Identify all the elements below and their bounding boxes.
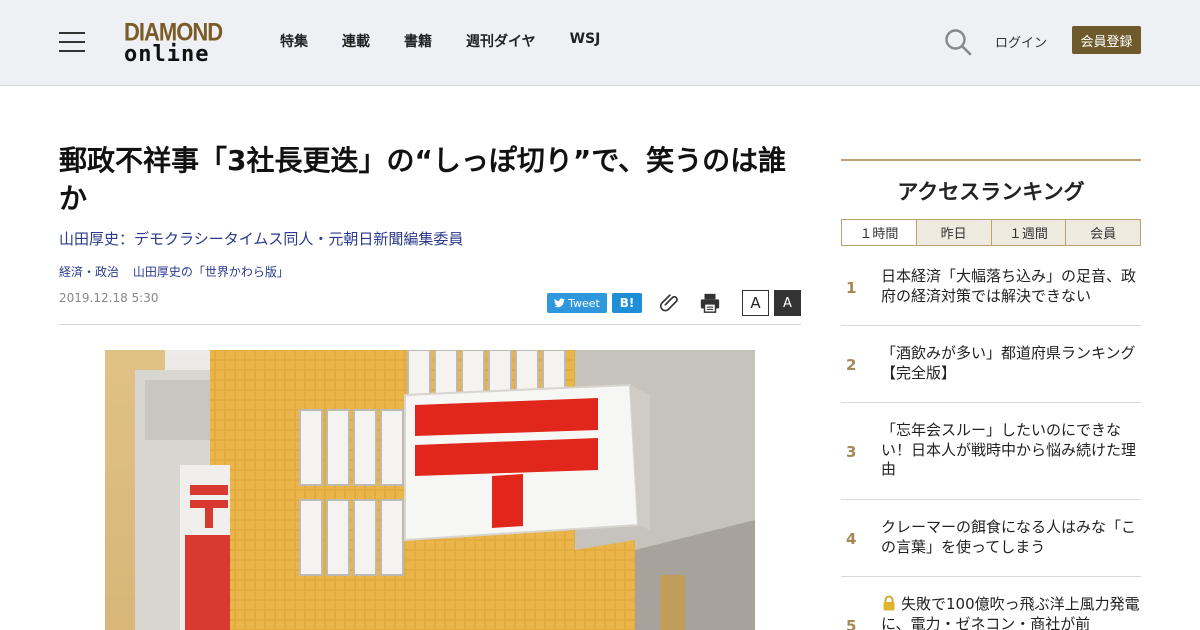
tab-members[interactable]: 会員 (1065, 220, 1140, 245)
paperclip-icon[interactable] (658, 291, 680, 313)
article-divider (59, 324, 801, 325)
ranking-item[interactable]: 1 日本経済「大幅落ち込み」の足音、政府の経済対策では解決できない (841, 247, 1141, 326)
hatena-bookmark-button[interactable]: B! (612, 293, 642, 313)
ranking-item[interactable]: 5 失敗で100億吹っ飛ぶ洋上風力発電に、電力・ゼネコン・商社が前 (841, 577, 1141, 630)
ranking-item[interactable]: 4 クレーマーの餌食になる人はみな「この言葉」を使ってしまう (841, 500, 1141, 577)
menu-icon[interactable] (59, 32, 85, 52)
ranking-top-border (841, 159, 1141, 161)
ranking-item-title: 「忘年会スルー」したいのにできない！日本人が戦時中から悩み続けた理由 (881, 421, 1137, 478)
site-header: DIAMOND online 特集 連載 書籍 週刊ダイヤ WSJ ログイン 会… (0, 0, 1200, 86)
tweet-button[interactable]: Tweet (547, 293, 607, 313)
nav-item-weekly-diamond[interactable]: 週刊ダイヤ (466, 31, 536, 51)
tweet-label: Tweet (568, 296, 600, 310)
site-logo[interactable]: DIAMOND online (124, 19, 228, 67)
ranking-item-title: 失敗で100億吹っ飛ぶ洋上風力発電に、電力・ゼネコン・商社が前 (881, 595, 1141, 630)
tab-1hour[interactable]: １時間 (842, 220, 916, 245)
nav-item-wsj[interactable]: WSJ (570, 31, 601, 51)
ranking-number: 3 (846, 443, 857, 461)
ranking-number: 5 (846, 617, 857, 630)
lock-icon (883, 595, 895, 611)
ranking-title: アクセスランキング (897, 180, 1085, 204)
logo-line2: online (124, 42, 210, 67)
nav-item-features[interactable]: 特集 (280, 31, 308, 51)
nav-item-series[interactable]: 連載 (342, 31, 370, 51)
ranking-item-text: 失敗で100億吹っ飛ぶ洋上風力発電に、電力・ゼネコン・商社が前 (881, 595, 1140, 630)
ranking-number: 2 (846, 356, 857, 374)
article-categories: 経済・政治 山田厚史の「世界かわら版」 (59, 263, 299, 280)
ranking-number: 1 (846, 279, 857, 297)
tab-yesterday[interactable]: 昨日 (915, 220, 991, 245)
print-icon[interactable] (699, 292, 721, 314)
article-photo-post-office-sign (105, 350, 755, 630)
font-size-normal-button[interactable]: A (742, 290, 769, 316)
series-link[interactable]: 山田厚史の「世界かわら版」 (133, 265, 289, 279)
ranking-item-title: 「酒飲みが多い」都道府県ランキング【完全版】 (881, 344, 1136, 382)
article-title: 郵政不祥事「3社長更迭」の“しっぽ切り”で、笑うのは誰か (59, 144, 787, 215)
ranking-item-title: 日本経済「大幅落ち込み」の足音、政府の経済対策では解決できない (881, 267, 1137, 305)
main-nav: 特集 連載 書籍 週刊ダイヤ WSJ (280, 31, 634, 51)
ranking-item-title: クレーマーの餌食になる人はみな「この言葉」を使ってしまう (881, 518, 1137, 556)
register-button[interactable]: 会員登録 (1072, 26, 1141, 54)
ranking-tabs: １時間 昨日 １週間 会員 (841, 219, 1141, 246)
tab-1week[interactable]: １週間 (990, 220, 1066, 245)
font-size-large-button[interactable]: A (774, 290, 801, 316)
ranking-item[interactable]: 2 「酒飲みが多い」都道府県ランキング【完全版】 (841, 326, 1141, 403)
ranking-item[interactable]: 3 「忘年会スルー」したいのにできない！日本人が戦時中から悩み続けた理由 (841, 403, 1141, 500)
nav-item-books[interactable]: 書籍 (404, 31, 432, 51)
search-icon[interactable] (944, 28, 972, 56)
article-date: 2019.12.18 5:30 (59, 291, 159, 305)
category-link[interactable]: 経済・政治 (59, 265, 119, 279)
login-link[interactable]: ログイン (995, 32, 1047, 51)
article-author[interactable]: 山田厚史：デモクラシータイムス同人・元朝日新聞編集委員 (59, 228, 463, 249)
ranking-number: 4 (846, 530, 857, 548)
twitter-bird-icon (554, 298, 566, 308)
